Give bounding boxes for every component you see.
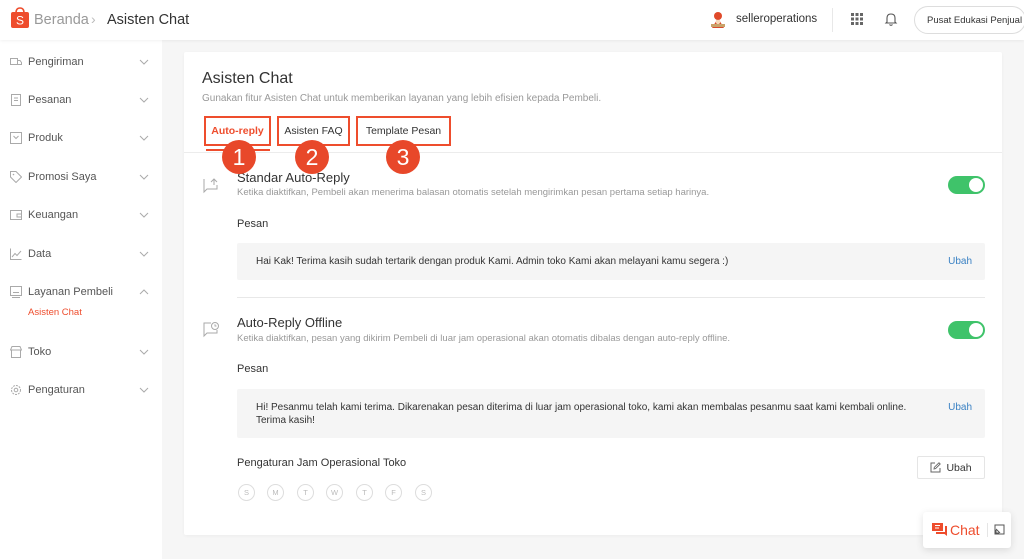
truck-icon: [10, 58, 22, 65]
message-label: Pesan: [237, 363, 269, 375]
day-monday[interactable]: M: [267, 484, 284, 501]
message-box: Hai Kak! Terima kasih sudah tertarik den…: [237, 243, 985, 280]
section-title: Standar Auto-Reply: [237, 170, 350, 185]
annotation-badge-3: 3: [386, 140, 420, 174]
clipboard-icon: [11, 94, 21, 106]
username[interactable]: selleroperations: [736, 13, 817, 25]
offline-auto-reply-toggle[interactable]: [948, 321, 985, 339]
apps-grid-icon[interactable]: [851, 13, 863, 25]
sidebar-item-label: Pesanan: [28, 94, 72, 106]
section-description: Ketika diaktifkan, pesan yang dikirim Pe…: [237, 333, 731, 344]
chat-widget[interactable]: Chat: [923, 512, 1011, 548]
reply-icon: [203, 178, 218, 194]
operating-hours-title: Pengaturan Jam Operasional Toko: [237, 457, 407, 469]
sidebar-item-label: Produk: [28, 132, 63, 144]
section-title: Auto-Reply Offline: [237, 315, 343, 330]
sidebar-item-layanan-pembeli[interactable]: Layanan Pembeli: [0, 280, 162, 304]
edit-message-link[interactable]: Ubah: [948, 255, 972, 268]
gear-icon: [11, 385, 21, 395]
sidebar-item-label: Keuangan: [28, 209, 79, 221]
divider: [237, 297, 985, 298]
bell-icon[interactable]: [884, 11, 898, 27]
sidebar-item-label: Pengaturan: [28, 384, 85, 396]
box-icon: [10, 132, 22, 144]
page-subtitle: Gunakan fitur Asisten Chat untuk memberi…: [202, 93, 602, 104]
wallet-icon: [10, 210, 22, 220]
message-label: Pesan: [237, 218, 269, 230]
sidebar-subitem-asisten-chat[interactable]: Asisten Chat: [28, 307, 82, 318]
day-thursday[interactable]: T: [356, 484, 373, 501]
divider: [987, 523, 988, 537]
chat-label: Chat: [950, 522, 980, 538]
breadcrumb-separator-icon: ›: [91, 11, 96, 27]
svg-text:S: S: [16, 14, 24, 28]
sidebar-item-label: Layanan Pembeli: [28, 286, 114, 298]
minimize-icon[interactable]: [994, 524, 1005, 535]
avatar[interactable]: [708, 9, 728, 29]
standard-auto-reply-toggle[interactable]: [948, 176, 985, 194]
edit-icon: [930, 462, 942, 473]
chart-icon: [10, 248, 22, 260]
clock-message-icon: [203, 322, 219, 338]
sidebar: Pengiriman Pesanan Produk Promosi Saya K…: [0, 40, 162, 559]
sidebar-item-pengiriman[interactable]: Pengiriman: [0, 50, 162, 74]
message-text: Hai Kak! Terima kasih sudah tertarik den…: [256, 256, 729, 267]
breadcrumb-current: Asisten Chat: [107, 12, 190, 28]
message-text: Hi! Pesanmu telah kami terima. Dikarenak…: [256, 402, 907, 426]
sidebar-item-label: Data: [28, 248, 52, 260]
divider: [832, 8, 833, 32]
sidebar-item-toko[interactable]: Toko: [0, 340, 162, 364]
sidebar-item-label: Promosi Saya: [28, 171, 97, 183]
store-icon: [10, 346, 22, 358]
edit-hours-label: Ubah: [946, 461, 972, 474]
day-saturday[interactable]: S: [415, 484, 432, 501]
section-description: Ketika diaktifkan, Pembeli akan menerima…: [237, 187, 710, 198]
breadcrumb-home-link[interactable]: Beranda: [34, 12, 89, 28]
chevron-down-icon: [139, 349, 149, 355]
chat-bubble-icon: [932, 523, 947, 536]
sidebar-item-label: Toko: [28, 346, 52, 358]
page-title: Asisten Chat: [202, 70, 293, 87]
chevron-down-icon: [139, 59, 149, 65]
sidebar-item-produk[interactable]: Produk: [0, 126, 162, 150]
chevron-down-icon: [139, 97, 149, 103]
day-wednesday[interactable]: W: [326, 484, 343, 501]
edit-hours-button[interactable]: Ubah: [917, 456, 985, 479]
sidebar-item-label: Pengiriman: [28, 56, 84, 68]
day-tuesday[interactable]: T: [297, 484, 314, 501]
main-card: Asisten Chat Gunakan fitur Asisten Chat …: [184, 52, 1002, 535]
day-sunday[interactable]: S: [238, 484, 255, 501]
tag-icon: [10, 171, 22, 183]
day-friday[interactable]: F: [385, 484, 402, 501]
message-box: Hi! Pesanmu telah kami terima. Dikarenak…: [237, 389, 985, 438]
sidebar-item-keuangan[interactable]: Keuangan: [0, 203, 162, 227]
chevron-down-icon: [139, 212, 149, 218]
chevron-down-icon: [139, 387, 149, 393]
annotation-badge-1: 1: [222, 140, 256, 174]
edit-message-link[interactable]: Ubah: [948, 401, 972, 414]
chevron-down-icon: [139, 174, 149, 180]
message-icon: [10, 286, 22, 298]
chevron-down-icon: [139, 135, 149, 141]
sidebar-item-pengaturan[interactable]: Pengaturan: [0, 378, 162, 402]
top-bar: S Beranda › Asisten Chat selleroperation…: [0, 0, 1024, 40]
annotation-badge-2: 2: [295, 140, 329, 174]
chevron-up-icon: [139, 289, 149, 295]
sidebar-item-promosi-saya[interactable]: Promosi Saya: [0, 165, 162, 189]
shopee-logo-icon[interactable]: S: [10, 7, 30, 29]
sidebar-item-pesanan[interactable]: Pesanan: [0, 88, 162, 112]
seller-education-button[interactable]: Pusat Edukasi Penjual: [914, 6, 1024, 34]
sidebar-item-data[interactable]: Data: [0, 242, 162, 266]
chevron-down-icon: [139, 251, 149, 257]
